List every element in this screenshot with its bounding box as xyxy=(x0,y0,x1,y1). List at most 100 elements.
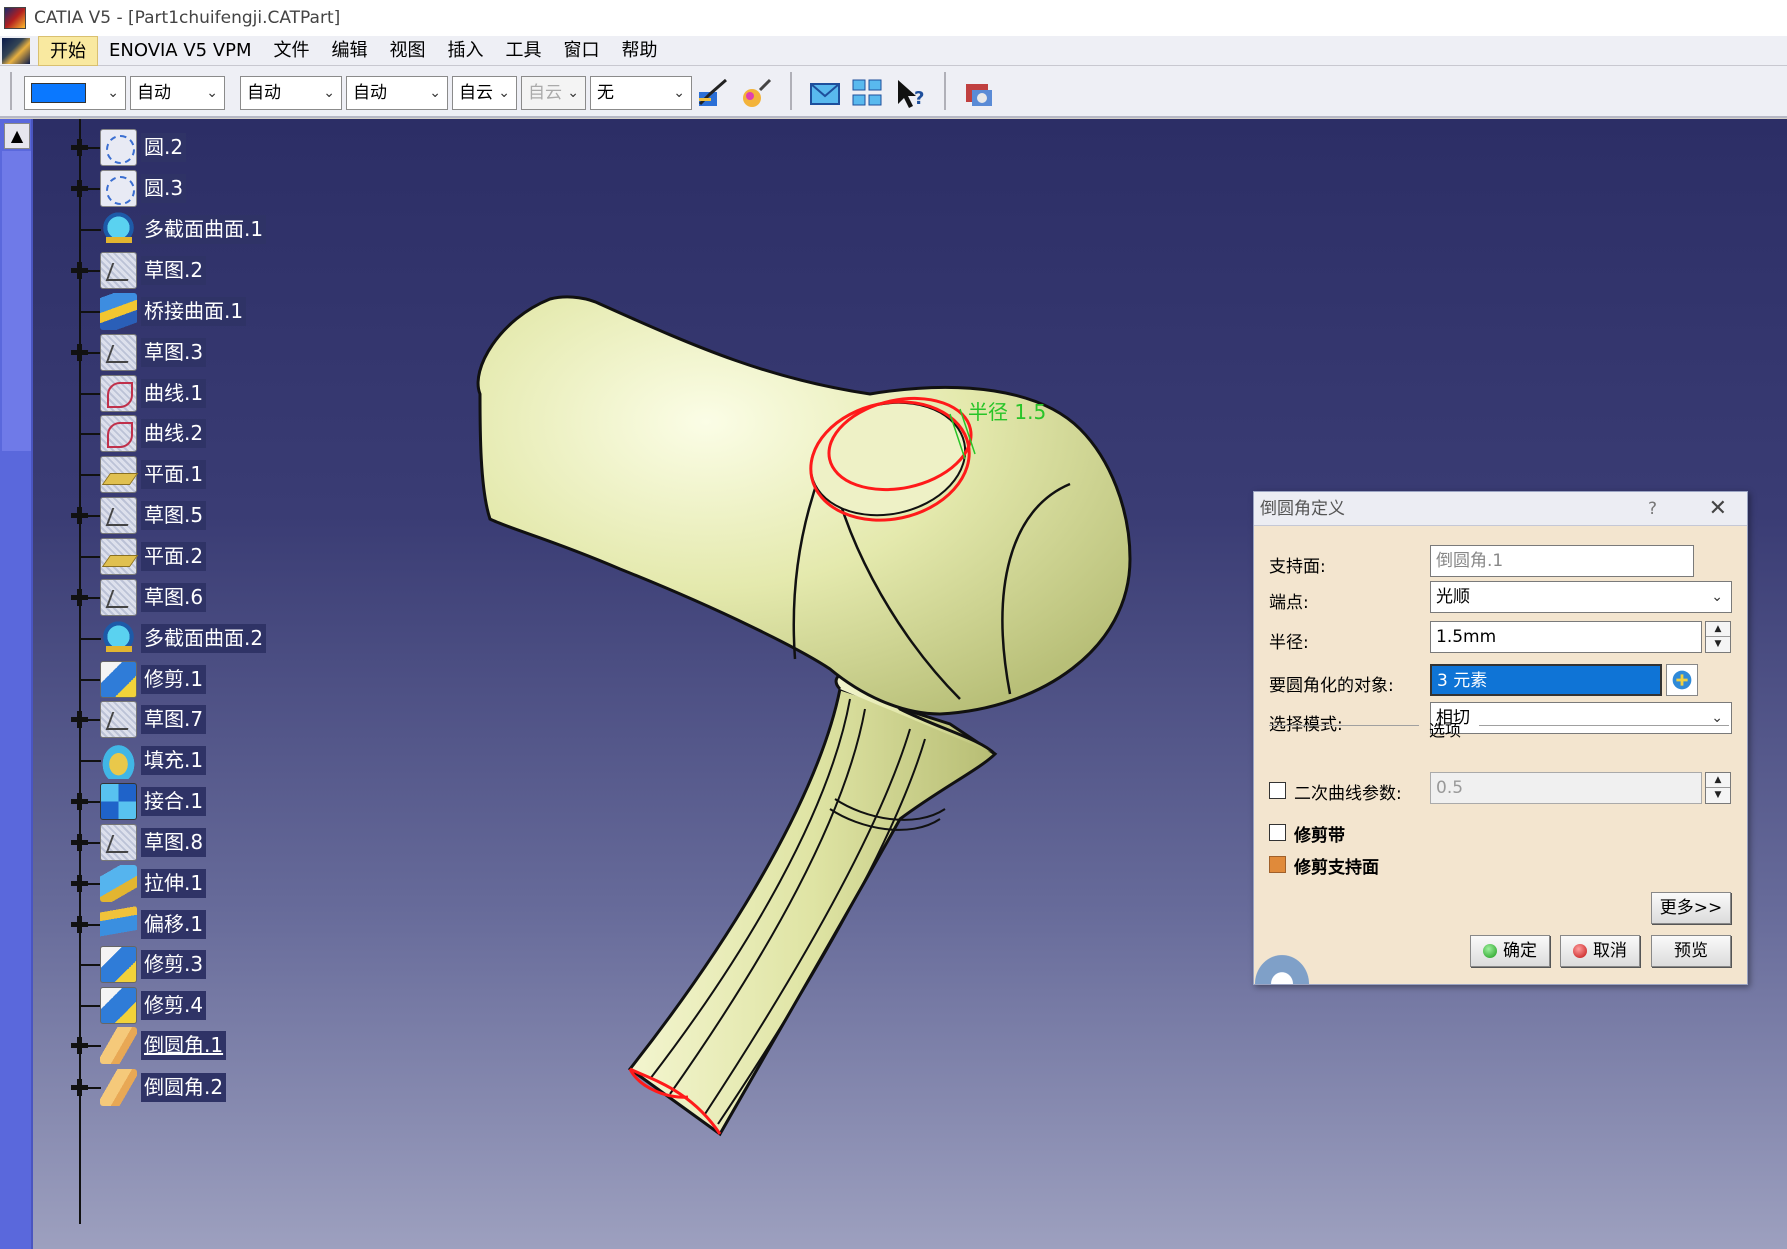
expand-icon[interactable] xyxy=(70,588,89,607)
tree-scrollbar[interactable]: ▲ xyxy=(0,119,33,1249)
sketch-icon xyxy=(100,579,137,616)
expand-icon[interactable] xyxy=(70,261,89,280)
more-button[interactable]: 更多>> xyxy=(1651,892,1731,924)
spin-up-icon[interactable]: ▲ xyxy=(1706,622,1730,637)
tree-item-multisection-1[interactable]: 多截面曲面.1 xyxy=(33,209,373,249)
tree-item-sketch-8[interactable]: 草图.8 xyxy=(33,822,373,862)
conic-field[interactable]: 0.5 xyxy=(1430,772,1702,804)
selection-mode-label: 选择模式: xyxy=(1269,715,1343,735)
expand-icon[interactable] xyxy=(70,915,89,934)
expand-icon[interactable] xyxy=(70,343,89,362)
tree-item-join-1[interactable]: 接合.1 xyxy=(33,781,373,821)
hair-dryer-model[interactable]: 半径 1.5 xyxy=(420,229,1300,1159)
catia-logo-icon[interactable] xyxy=(2,37,30,64)
tree-item-curve-1[interactable]: 曲线.1 xyxy=(33,373,373,413)
objects-field[interactable]: 3 元素 xyxy=(1430,664,1662,696)
preview-button[interactable]: 预览 xyxy=(1651,935,1731,967)
conic-checkbox[interactable] xyxy=(1269,782,1286,799)
tree-item-plane-1[interactable]: 平面.1 xyxy=(33,454,373,494)
magic-wand-icon[interactable] xyxy=(740,76,774,110)
scroll-thumb[interactable] xyxy=(2,151,31,451)
tree-item-fill-1[interactable]: 填充.1 xyxy=(33,740,373,780)
toolbar-grip[interactable] xyxy=(944,72,948,110)
toolbar-grip[interactable] xyxy=(10,72,14,110)
point-type-select[interactable]: 自云 ⌄ xyxy=(452,76,517,110)
menu-insert[interactable]: 插入 xyxy=(437,36,495,66)
expand-icon[interactable] xyxy=(70,138,89,157)
tree-item-blend-1[interactable]: 桥接曲面.1 xyxy=(33,291,373,331)
ok-button[interactable]: 确定 xyxy=(1470,935,1550,967)
dialog-title[interactable]: 倒圆角定义 xyxy=(1254,492,1747,526)
tree-item-fillet-2[interactable]: 倒圆角.2 xyxy=(33,1067,373,1107)
support-field[interactable]: 倒圆角.1 xyxy=(1430,545,1694,577)
expand-icon[interactable] xyxy=(70,874,89,893)
menu-help[interactable]: 帮助 xyxy=(611,36,669,66)
menu-tools[interactable]: 工具 xyxy=(495,36,553,66)
tree-item-multisection-2[interactable]: 多截面曲面.2 xyxy=(33,618,373,658)
options-divider xyxy=(1479,725,1729,726)
tree-item-offset-1[interactable]: 偏移.1 xyxy=(33,904,373,944)
toolbar-grip[interactable] xyxy=(790,72,794,110)
tree-item-plane-2[interactable]: 平面.2 xyxy=(33,536,373,576)
plane-icon xyxy=(100,456,137,493)
trim-support-checkbox[interactable] xyxy=(1269,856,1286,873)
spin-down-icon[interactable]: ▼ xyxy=(1706,788,1730,803)
tree-item-curve-2[interactable]: 曲线.2 xyxy=(33,413,373,453)
spin-down-icon[interactable]: ▼ xyxy=(1706,637,1730,652)
tree-item-sketch-7[interactable]: 草图.7 xyxy=(33,699,373,739)
menu-view[interactable]: 视图 xyxy=(379,36,437,66)
expand-icon[interactable] xyxy=(70,833,89,852)
scroll-up-button[interactable]: ▲ xyxy=(4,123,30,149)
menu-file[interactable]: 文件 xyxy=(263,36,321,66)
selection-mode-select[interactable]: 相切 ⌄ xyxy=(1430,702,1732,734)
expand-icon[interactable] xyxy=(70,506,89,525)
menu-window[interactable]: 窗口 xyxy=(553,36,611,66)
tree-item-sketch-6[interactable]: 草图.6 xyxy=(33,577,373,617)
extrude-icon xyxy=(100,865,137,902)
radius-spinner[interactable]: ▲ ▼ xyxy=(1705,621,1731,653)
render-icon[interactable] xyxy=(962,76,996,110)
tree-item-sketch-2[interactable]: 草图.2 xyxy=(33,250,373,290)
edit-list-icon[interactable] xyxy=(1666,664,1698,696)
tree-item-sketch-5[interactable]: 草图.5 xyxy=(33,495,373,535)
transparency-select[interactable]: 自动 ⌄ xyxy=(130,76,225,110)
tree-item-extrude-1[interactable]: 拉伸.1 xyxy=(33,863,373,903)
spin-up-icon[interactable]: ▲ xyxy=(1706,773,1730,788)
grid-selection-icon[interactable] xyxy=(850,76,884,110)
layer-select[interactable]: 无 ⌄ xyxy=(590,76,692,110)
expand-icon[interactable] xyxy=(70,710,89,729)
radius-field[interactable]: 1.5mm xyxy=(1430,621,1702,653)
expand-icon[interactable] xyxy=(70,1036,89,1055)
expand-icon[interactable] xyxy=(70,1078,89,1097)
fillet-icon xyxy=(100,1069,137,1106)
line-type-select[interactable]: 自动 ⌄ xyxy=(346,76,448,110)
tree-item-fillet-1[interactable]: 倒圆角.1 xyxy=(33,1025,373,1065)
cancel-button[interactable]: 取消 xyxy=(1560,935,1640,967)
envelope-icon[interactable] xyxy=(808,76,842,110)
trim-ribbon-checkbox[interactable] xyxy=(1269,824,1286,841)
color-swatch xyxy=(31,83,86,103)
tree-item-trim-4[interactable]: 修剪.4 xyxy=(33,985,373,1025)
blend-surface-icon xyxy=(100,293,137,330)
expand-icon[interactable] xyxy=(70,792,89,811)
help-button[interactable]: ? xyxy=(1648,492,1657,526)
menu-start[interactable]: 开始 xyxy=(38,35,98,66)
render-style-select[interactable]: 自云 ⌄ xyxy=(521,76,586,110)
close-button[interactable]: ✕ xyxy=(1709,492,1727,526)
paintbrush-icon[interactable] xyxy=(696,76,730,110)
trim-icon xyxy=(100,661,137,698)
menu-edit[interactable]: 编辑 xyxy=(321,36,379,66)
tree-item-circle-3[interactable]: 圆.3 xyxy=(33,168,373,208)
expand-icon[interactable] xyxy=(70,179,89,198)
ends-select[interactable]: 光顺 ⌄ xyxy=(1430,581,1732,613)
menu-enovia[interactable]: ENOVIA V5 VPM xyxy=(98,36,263,66)
curve-icon xyxy=(100,415,137,452)
tree-item-trim-1[interactable]: 修剪.1 xyxy=(33,659,373,699)
conic-spinner[interactable]: ▲ ▼ xyxy=(1705,772,1731,804)
tree-item-sketch-3[interactable]: 草图.3 xyxy=(33,332,373,372)
tree-item-trim-3[interactable]: 修剪.3 xyxy=(33,944,373,984)
whats-this-icon[interactable]: ? xyxy=(892,76,926,110)
color-select[interactable]: ⌄ xyxy=(24,76,126,110)
tree-item-circle-2[interactable]: 圆.2 xyxy=(33,127,373,167)
line-thickness-select[interactable]: 自动 ⌄ xyxy=(240,76,342,110)
